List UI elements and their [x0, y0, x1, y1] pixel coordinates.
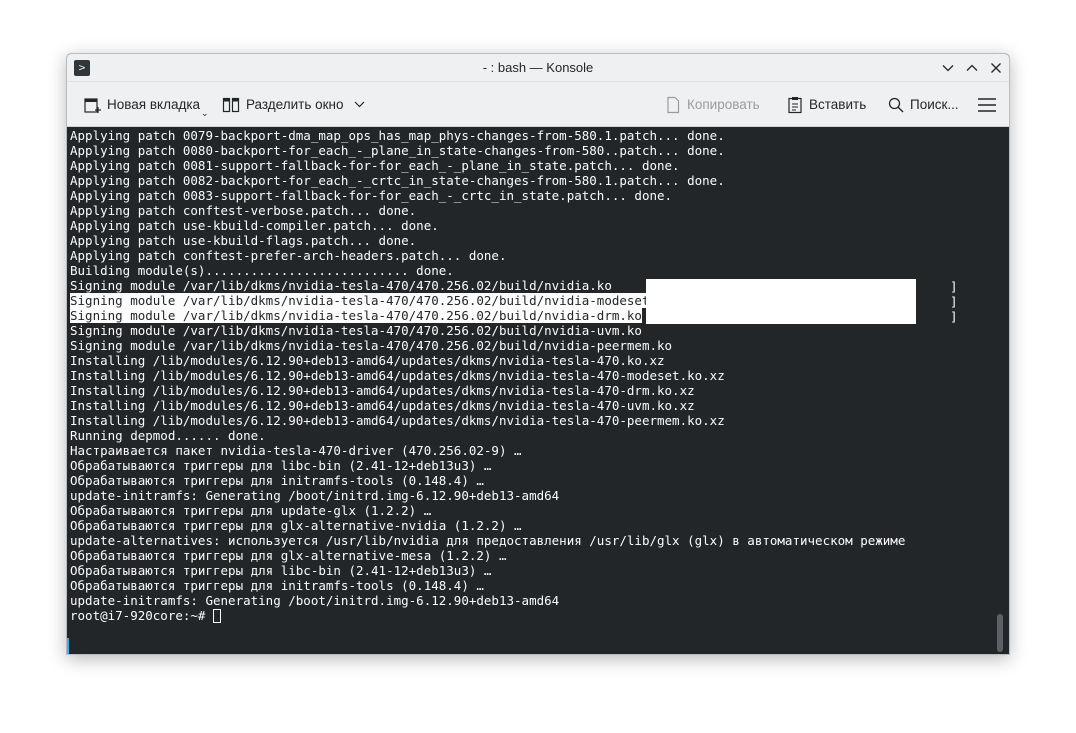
- copy-button[interactable]: Копировать: [665, 82, 760, 127]
- progress-bracket: ]: [950, 309, 958, 324]
- paste-button[interactable]: Вставить: [787, 82, 866, 127]
- terminal-view[interactable]: Applying patch 0079-backport-dma_map_ops…: [67, 128, 1009, 654]
- shell-prompt: root@i7-920core:~#: [70, 608, 213, 623]
- terminal-line: Applying patch 0080-backport-for_each_-_…: [70, 143, 725, 158]
- terminal-line: update-initramfs: Generating /boot/initr…: [70, 593, 560, 608]
- terminal-line: Обрабатываются триггеры для update-glx (…: [70, 503, 432, 518]
- terminal-line: Обрабатываются триггеры для libc-bin (2.…: [70, 563, 492, 578]
- terminal-line: Applying patch 0081-support-fallback-for…: [70, 158, 680, 173]
- terminal-line: Applying patch 0079-backport-dma_map_ops…: [70, 128, 725, 143]
- terminal-line: Installing /lib/modules/6.12.90+deb13-am…: [70, 368, 725, 383]
- terminal-line: Обрабатываются триггеры для initramfs-to…: [70, 578, 484, 593]
- copy-label: Копировать: [687, 97, 760, 112]
- terminal-line: Обрабатываются триггеры для libc-bin (2.…: [70, 458, 492, 473]
- paste-icon: [787, 96, 803, 114]
- new-tab-icon: [83, 96, 101, 114]
- highlighted-text: Signing module /var/lib/dkms/nvidia-tesl…: [70, 308, 642, 323]
- chevron-down-icon: [942, 65, 954, 72]
- minimize-button[interactable]: [939, 59, 957, 77]
- terminal-line: Applying patch use-kbuild-compiler.patch…: [70, 218, 439, 233]
- maximize-button[interactable]: [963, 59, 981, 77]
- terminal-line: Building module(s)......................…: [70, 263, 454, 278]
- konsole-window: > - : bash — Konsole Новая вкладка ⌄ Раз…: [66, 53, 1010, 655]
- terminal-line: Installing /lib/modules/6.12.90+deb13-am…: [70, 413, 725, 428]
- terminal-line: Installing /lib/modules/6.12.90+deb13-am…: [70, 398, 695, 413]
- prompt-line[interactable]: root@i7-920core:~#: [70, 608, 905, 623]
- focus-marker: [67, 638, 69, 654]
- new-tab-dropdown-icon[interactable]: ⌄: [201, 108, 209, 119]
- paste-label: Вставить: [809, 97, 867, 112]
- search-icon: [888, 97, 904, 113]
- split-view-icon: [222, 96, 240, 114]
- title-bar[interactable]: > - : bash — Konsole: [67, 54, 1009, 82]
- terminal-line: Applying patch use-kbuild-flags.patch...…: [70, 233, 417, 248]
- text-cursor: [213, 609, 221, 623]
- split-view-button[interactable]: Разделить окно: [222, 82, 371, 127]
- scrollbar-thumb[interactable]: [997, 614, 1003, 652]
- toolbar: Новая вкладка ⌄ Разделить окно Копироват…: [67, 82, 1009, 127]
- copy-icon: [665, 96, 681, 114]
- new-tab-button[interactable]: Новая вкладка ⌄: [83, 82, 209, 127]
- main-menu-button[interactable]: [978, 82, 1002, 127]
- terminal-line: update-alternatives: используется /usr/l…: [70, 533, 906, 548]
- terminal-output: Applying patch 0079-backport-dma_map_ops…: [70, 128, 905, 623]
- find-button[interactable]: Поиск...: [888, 82, 959, 127]
- terminal-line: Applying patch 0082-backport-for_each_-_…: [70, 173, 725, 188]
- split-view-label: Разделить окно: [246, 97, 344, 112]
- progress-bracket: ]: [950, 279, 958, 294]
- highlighted-text: Signing module /var/lib/dkms/nvidia-tesl…: [70, 293, 673, 308]
- chevron-up-icon: [966, 64, 978, 71]
- terminal-line: Обрабатываются триггеры для glx-alternat…: [70, 518, 522, 533]
- close-button[interactable]: [987, 59, 1005, 77]
- close-icon: [991, 63, 1001, 73]
- terminal-line: Installing /lib/modules/6.12.90+deb13-am…: [70, 383, 695, 398]
- terminal-line: Applying patch 0083-support-fallback-for…: [70, 188, 673, 203]
- find-label: Поиск...: [910, 97, 959, 112]
- new-tab-label: Новая вкладка: [107, 97, 201, 112]
- terminal-line: Signing module /var/lib/dkms/nvidia-tesl…: [70, 323, 642, 338]
- terminal-line: Signing module /var/lib/dkms/nvidia-tesl…: [70, 338, 673, 353]
- terminal-line: Running depmod...... done.: [70, 428, 266, 443]
- terminal-line: Applying patch conftest-verbose.patch...…: [70, 203, 417, 218]
- terminal-line: Applying patch conftest-prefer-arch-head…: [70, 248, 507, 263]
- window-title: - : bash — Konsole: [482, 60, 594, 75]
- hamburger-icon: [978, 97, 996, 112]
- terminal-line: update-initramfs: Generating /boot/initr…: [70, 488, 560, 503]
- terminal-line: Installing /lib/modules/6.12.90+deb13-am…: [70, 353, 665, 368]
- terminal-line: Обрабатываются триггеры для glx-alternat…: [70, 548, 507, 563]
- progress-overlay: [646, 279, 916, 324]
- chevron-down-icon[interactable]: [354, 99, 365, 110]
- progress-bracket: ]: [950, 294, 958, 309]
- terminal-line: Настраивается пакет nvidia-tesla-470-dri…: [70, 443, 522, 458]
- terminal-line: Обрабатываются триггеры для initramfs-to…: [70, 473, 484, 488]
